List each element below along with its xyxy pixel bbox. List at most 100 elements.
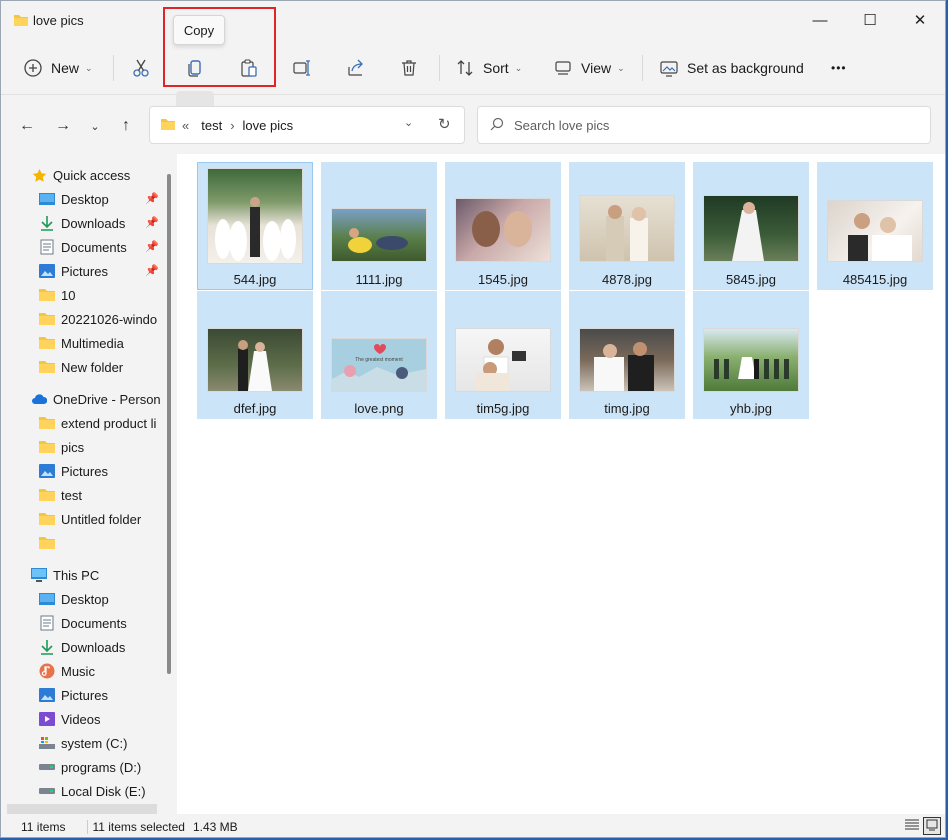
- sidebar-item-label: Untitled folder: [61, 511, 142, 527]
- minimize-button[interactable]: —: [795, 1, 845, 39]
- sidebar-item-system-c[interactable]: system (C:): [39, 731, 173, 755]
- sidebar-item-pc-videos[interactable]: Videos: [39, 707, 173, 731]
- sidebar-item-label: Multimedia: [61, 335, 124, 351]
- sidebar-item-new-folder[interactable]: New folder: [39, 355, 173, 379]
- sidebar-scrollbar[interactable]: [167, 174, 171, 674]
- refresh-icon[interactable]: ↻: [438, 115, 451, 133]
- forward-button[interactable]: →: [51, 114, 75, 138]
- file-tile[interactable]: 544.jpg: [197, 162, 313, 290]
- share-icon: [346, 58, 366, 78]
- sidebar-item-multimedia[interactable]: Multimedia: [39, 331, 173, 355]
- sidebar-item-pc-desktop[interactable]: Desktop: [39, 587, 173, 611]
- breadcrumb-overflow[interactable]: «: [182, 118, 189, 133]
- folder-icon: [39, 287, 55, 303]
- folder-icon: [39, 415, 55, 431]
- delete-button[interactable]: [399, 51, 419, 85]
- sidebar-item-test[interactable]: test: [39, 483, 173, 507]
- sidebar-item-unnamed-folder[interactable]: [39, 531, 173, 555]
- set-as-background-button[interactable]: Set as background: [659, 51, 804, 85]
- breadcrumb-love-pics[interactable]: love pics: [243, 118, 294, 133]
- sidebar-quick-access[interactable]: Quick access: [31, 163, 173, 187]
- pin-icon: 📌: [145, 241, 159, 253]
- sidebar-item-untitled-folder[interactable]: Untitled folder: [39, 507, 173, 531]
- maximize-button[interactable]: ☐: [845, 1, 895, 39]
- selected-count: 11 items selected: [92, 819, 185, 834]
- sidebar-item-extend-product[interactable]: extend product li: [39, 411, 161, 435]
- breadcrumb-separator: ›: [230, 117, 235, 133]
- folder-icon: [39, 439, 55, 455]
- arrow-right-icon: →: [55, 117, 71, 134]
- tiles-view-button[interactable]: [923, 817, 941, 835]
- thumbnail-image: [580, 329, 674, 391]
- chevron-down-icon: ⌄: [514, 62, 523, 73]
- file-name: dfef.jpg: [233, 401, 277, 416]
- thumbnail-image: [828, 201, 922, 261]
- file-tile[interactable]: timg.jpg: [569, 291, 685, 419]
- sidebar-item-onedrive-pictures[interactable]: Pictures: [39, 459, 173, 483]
- sidebar-item-programs-d[interactable]: programs (D:): [39, 755, 173, 779]
- folder-icon: [39, 335, 55, 351]
- file-tile[interactable]: tim5g.jpg: [445, 291, 561, 419]
- videos-icon: [39, 711, 55, 727]
- up-button[interactable]: ↑: [114, 114, 138, 138]
- breadcrumb-test[interactable]: test: [201, 118, 222, 133]
- sidebar-item-20221026[interactable]: 20221026-windo: [39, 307, 161, 331]
- file-tile[interactable]: 1111.jpg: [321, 162, 437, 290]
- sidebar-item-pc-pictures[interactable]: Pictures: [39, 683, 173, 707]
- more-options-button[interactable]: •••: [831, 51, 847, 85]
- thumbnail-image: [332, 209, 426, 261]
- file-tile[interactable]: yhb.jpg: [693, 291, 809, 419]
- pictures-icon: [39, 687, 55, 703]
- recent-locations-button[interactable]: ⌄: [83, 114, 107, 138]
- sidebar-item-label: Documents: [61, 615, 127, 631]
- rename-button[interactable]: [292, 51, 312, 85]
- thumbnail-image: [456, 199, 550, 261]
- title-bar: love pics — ☐ ✕: [1, 1, 945, 41]
- new-button[interactable]: New ⌄: [23, 51, 93, 85]
- file-tile[interactable]: 1545.jpg: [445, 162, 561, 290]
- sidebar-onedrive[interactable]: OneDrive - Person: [31, 387, 161, 411]
- sidebar-label: This PC: [53, 567, 100, 583]
- sidebar-item-label: pics: [61, 439, 85, 455]
- sidebar-item-label: Desktop: [61, 191, 109, 207]
- folder-icon: [39, 487, 55, 503]
- close-button[interactable]: ✕: [895, 1, 945, 39]
- chevron-down-icon: ⌄: [617, 62, 625, 73]
- file-name: timg.jpg: [604, 401, 650, 416]
- sidebar-item-pc-music[interactable]: Music: [39, 659, 173, 683]
- file-tile[interactable]: dfef.jpg: [197, 291, 313, 419]
- view-button[interactable]: View ⌄: [553, 51, 625, 85]
- large-icons-view-icon: [926, 819, 938, 834]
- sidebar-this-pc[interactable]: This PC: [31, 563, 173, 587]
- back-button[interactable]: ←: [15, 114, 39, 138]
- star-icon: [31, 167, 47, 183]
- address-bar[interactable]: « test › love pics ⌄ ↻: [149, 106, 465, 144]
- file-tile[interactable]: 4878.jpg: [569, 162, 685, 290]
- music-icon: [39, 663, 55, 679]
- file-name: love.png: [354, 401, 404, 416]
- sidebar-item-10[interactable]: 10: [39, 283, 173, 307]
- file-tile[interactable]: The greatest moment love.png: [321, 291, 437, 419]
- details-view-button[interactable]: [903, 817, 921, 835]
- file-explorer-window: love pics — ☐ ✕ New ⌄ Sort ⌄ View ⌄ Set …: [0, 0, 946, 838]
- thumbnail-image: [704, 196, 798, 261]
- cut-button[interactable]: [131, 51, 151, 85]
- sidebar-item-label: programs (D:): [61, 759, 142, 775]
- set-background-icon: [659, 58, 679, 78]
- sidebar-item-pc-documents[interactable]: Documents: [39, 611, 173, 635]
- file-name: 485415.jpg: [842, 272, 908, 287]
- address-history-chevron-icon[interactable]: ⌄: [404, 116, 413, 129]
- search-box[interactable]: [477, 106, 931, 144]
- arrow-left-icon: ←: [19, 117, 35, 134]
- sidebar-item-pics[interactable]: pics: [39, 435, 173, 459]
- sort-button[interactable]: Sort ⌄: [455, 51, 522, 85]
- window-title: love pics: [33, 13, 84, 28]
- sidebar-item-pc-downloads[interactable]: Downloads: [39, 635, 173, 659]
- share-button[interactable]: [346, 51, 366, 85]
- file-tile[interactable]: 485415.jpg: [817, 162, 933, 290]
- documents-icon: [39, 239, 55, 255]
- search-input[interactable]: [514, 117, 894, 133]
- sidebar-item-local-disk-e[interactable]: Local Disk (E:): [39, 779, 173, 803]
- file-name: 1111.jpg: [355, 272, 403, 287]
- file-tile[interactable]: 5845.jpg: [693, 162, 809, 290]
